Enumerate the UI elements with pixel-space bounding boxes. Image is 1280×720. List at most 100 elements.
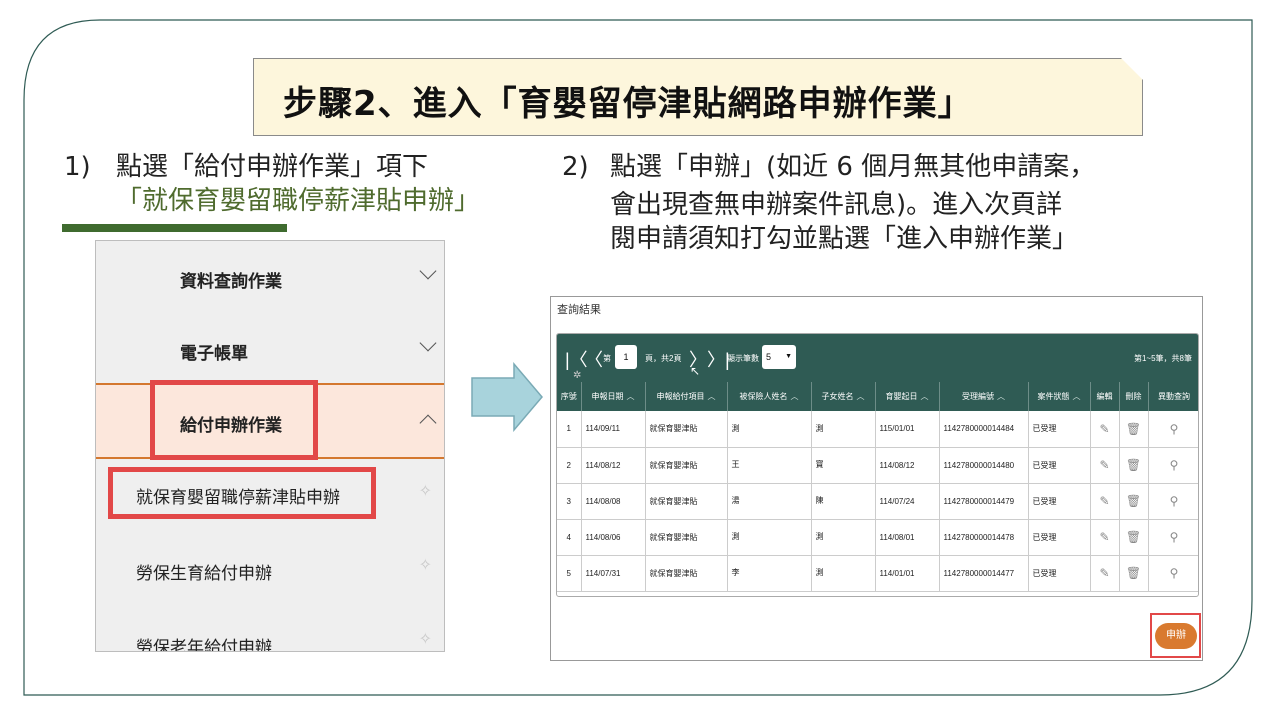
cell-seq: 1	[557, 411, 582, 448]
menu-item-e-bill[interactable]: 電子帳單	[96, 313, 444, 383]
cell-seq: 3	[557, 483, 582, 520]
header-date[interactable]: 申報日期 ︿	[581, 382, 646, 411]
edit-icon[interactable]: ✎	[1099, 422, 1109, 436]
sort-icon[interactable]: ︿	[627, 392, 635, 401]
submenu-item-maternity[interactable]: 勞保生育給付申辦 ✧	[96, 533, 444, 607]
header-seq: 序號	[557, 382, 582, 411]
cell-action: ✎	[1090, 519, 1120, 556]
header-item[interactable]: 申報給付項目 ︿	[645, 382, 728, 411]
redaction-mask	[827, 484, 854, 518]
cell-date: 114/08/06	[581, 519, 646, 556]
menu-item-label: 電子帳單	[180, 344, 248, 363]
trash-icon[interactable]: 🗑	[1126, 530, 1141, 544]
trash-icon[interactable]: 🗑	[1126, 458, 1141, 472]
search-icon[interactable]: ⚲	[1170, 530, 1179, 544]
result-table: 序號 申報日期 ︿ 申報給付項目 ︿ 被保險人姓名 ︿ 子女姓名 ︿ 育嬰起日 ︿ 受理編…	[557, 382, 1198, 592]
cell-start: 115/01/01	[875, 411, 940, 448]
menu-item-label: 勞保老年給付申辦	[136, 638, 272, 652]
page-size-select[interactable]: 5 ▼	[762, 345, 796, 369]
pin-icon[interactable]: ✧	[419, 555, 432, 575]
edit-icon[interactable]: ✎	[1099, 494, 1109, 508]
edit-icon[interactable]: ✎	[1099, 566, 1109, 580]
cell-insured: 王	[727, 447, 812, 484]
chevron-down-icon	[419, 262, 437, 280]
menu-item-benefit-apply[interactable]: 給付申辦作業	[96, 380, 444, 460]
menu-item-label: 資料查詢作業	[180, 272, 282, 291]
cell-insured: 測	[727, 411, 812, 448]
cell-status: 已受理	[1028, 447, 1091, 484]
header-edit: 編輯	[1090, 382, 1120, 411]
redaction-mask	[827, 411, 854, 446]
sort-icon[interactable]: ︿	[791, 392, 799, 401]
search-icon[interactable]: ⚲	[1170, 494, 1179, 508]
step2-line2: 會出現查無申辦案件訊息)。進入次頁詳	[610, 190, 1063, 220]
header-history: 異動查詢	[1148, 382, 1198, 411]
cell-start: 114/08/12	[875, 447, 940, 484]
result-table-body: 1 114/09/11 就保育嬰津貼測測 115/01/01 1142780000014…	[557, 411, 1198, 592]
cell-action: ⚲	[1148, 447, 1198, 484]
search-icon[interactable]: ⚲	[1170, 422, 1179, 436]
header-insured[interactable]: 被保險人姓名 ︿	[727, 382, 812, 411]
cell-case-no: 1142780000014477	[939, 555, 1029, 592]
trash-icon[interactable]: 🗑	[1126, 566, 1141, 580]
chevron-down-icon	[419, 334, 437, 352]
menu-item-data-query[interactable]: 資料查詢作業	[96, 241, 444, 313]
step2-number: 2)	[562, 152, 589, 182]
slide-title: 步驟2、進入「育嬰留停津貼網路申辦作業」	[283, 84, 973, 124]
header-status[interactable]: 案件狀態 ︿	[1028, 382, 1091, 411]
cell-status: 已受理	[1028, 519, 1091, 556]
cell-action: 🗑	[1119, 447, 1149, 484]
cell-action: ✎	[1090, 555, 1120, 592]
cell-child: 測	[811, 555, 876, 592]
apply-button[interactable]: 申辦	[1155, 623, 1197, 649]
header-start[interactable]: 育嬰起日 ︿	[875, 382, 940, 411]
submenu-item-parental-leave[interactable]: 就保育嬰留職停薪津貼申辦 ✧	[96, 459, 444, 533]
cell-case-no: 1142780000014484	[939, 411, 1029, 448]
cell-start: 114/08/01	[875, 519, 940, 556]
step1-line1: 點選「給付申辦作業」項下	[116, 152, 429, 182]
cell-start: 114/01/01	[875, 555, 940, 592]
table-row: 1 114/09/11 就保育嬰津貼測測 115/01/01 1142780000014…	[557, 411, 1198, 448]
redaction-mask	[743, 411, 770, 446]
sort-icon[interactable]: ︿	[1073, 392, 1081, 401]
header-case-no[interactable]: 受理編號 ︿	[939, 382, 1029, 411]
menu-item-label: 勞保生育給付申辦	[136, 564, 272, 583]
pin-icon[interactable]: ✧	[419, 629, 432, 649]
cell-seq: 5	[557, 555, 582, 592]
sort-icon[interactable]: ︿	[857, 392, 865, 401]
pin-icon[interactable]: ✧	[419, 481, 432, 501]
cell-date: 114/09/11	[581, 411, 646, 448]
cell-child: 測	[811, 411, 876, 448]
cell-child: 測	[811, 519, 876, 556]
sort-icon[interactable]: ︿	[997, 392, 1005, 401]
cell-action: 🗑	[1119, 555, 1149, 592]
page-number-input[interactable]: 1	[615, 345, 637, 369]
search-icon[interactable]: ⚲	[1170, 458, 1179, 472]
header-child[interactable]: 子女姓名 ︿	[811, 382, 876, 411]
sort-icon[interactable]: ︿	[921, 392, 929, 401]
table-row: 5 114/07/31 就保育嬰津貼李測 114/01/01 1142780000014…	[557, 555, 1198, 592]
submenu-item-old-age[interactable]: 勞保老年給付申辦 ✧	[96, 607, 444, 652]
edit-icon[interactable]: ✎	[1099, 530, 1109, 544]
cell-seq: 2	[557, 447, 582, 484]
cell-item: 就保育嬰津貼	[645, 555, 728, 592]
sort-icon[interactable]: ︿	[708, 392, 716, 401]
cell-action: ⚲	[1148, 411, 1198, 448]
trash-icon[interactable]: 🗑	[1126, 494, 1141, 508]
trash-icon[interactable]: 🗑	[1126, 422, 1141, 436]
page-suffix: 頁，共2頁	[645, 354, 682, 363]
edit-icon[interactable]: ✎	[1099, 458, 1109, 472]
cell-item: 就保育嬰津貼	[645, 483, 728, 520]
header-delete: 刪除	[1119, 382, 1149, 411]
loading-cursor-icon: ✲	[573, 370, 582, 381]
table-row: 4 114/08/06 就保育嬰津貼測測 114/08/01 1142780000014…	[557, 519, 1198, 556]
pagination-bar: |〈 〈 第 1 頁，共2頁 〉 〉| 顯示筆數 5 ▼ 第1~5筆，共8筆 ↖ …	[557, 334, 1198, 382]
cell-insured: 湯	[727, 483, 812, 520]
prev-page-icon[interactable]: 〈	[585, 346, 603, 372]
page-prefix: 第	[603, 354, 611, 363]
query-result-screenshot: 查詢結果 |〈 〈 第 1 頁，共2頁 〉 〉| 顯示筆數 5 ▼ 第1~5筆，共…	[550, 296, 1203, 661]
redaction-mask	[827, 448, 854, 482]
table-header-row: 序號 申報日期 ︿ 申報給付項目 ︿ 被保險人姓名 ︿ 子女姓名 ︿ 育嬰起日 ︿ 受理編…	[557, 382, 1198, 411]
search-icon[interactable]: ⚲	[1170, 566, 1179, 580]
result-table-panel: |〈 〈 第 1 頁，共2頁 〉 〉| 顯示筆數 5 ▼ 第1~5筆，共8筆 ↖ …	[556, 333, 1199, 597]
